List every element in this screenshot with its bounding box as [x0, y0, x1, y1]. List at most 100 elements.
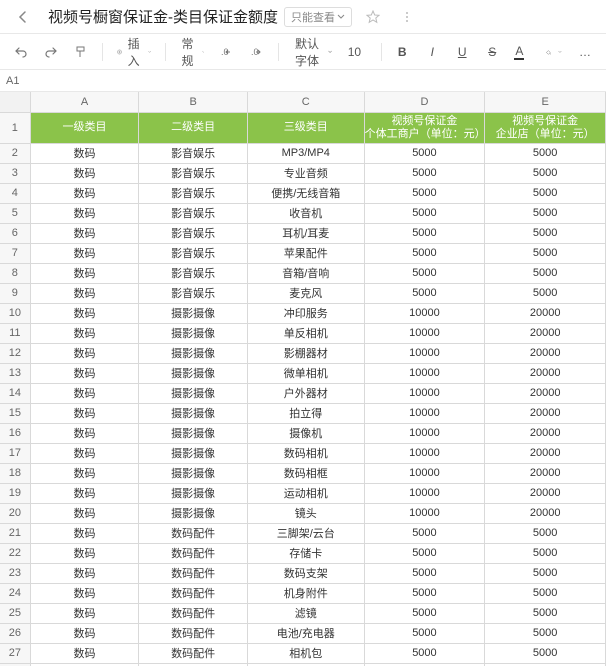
- permission-tag[interactable]: 只能查看: [284, 7, 352, 27]
- cell[interactable]: 数码: [30, 463, 139, 483]
- cell[interactable]: 5000: [364, 183, 485, 203]
- cell[interactable]: 数码: [30, 423, 139, 443]
- cell[interactable]: 数码: [30, 343, 139, 363]
- cell[interactable]: 影音娱乐: [139, 283, 248, 303]
- cell[interactable]: 5000: [364, 243, 485, 263]
- cell[interactable]: 便携/无线音箱: [247, 183, 364, 203]
- cell[interactable]: 数码: [30, 203, 139, 223]
- cell[interactable]: 10000: [364, 423, 485, 443]
- cell[interactable]: 5000: [364, 523, 485, 543]
- cell[interactable]: 摄影摄像: [139, 343, 248, 363]
- cell[interactable]: 摄像机: [247, 423, 364, 443]
- cell[interactable]: 5000: [364, 543, 485, 563]
- grid-area[interactable]: ABCDE 1 一级类目 二级类目 三级类目 视频号保证金个体工商户（单位：元）…: [0, 92, 606, 666]
- row-header[interactable]: 23: [0, 563, 30, 583]
- cell[interactable]: 数码: [30, 623, 139, 643]
- cell[interactable]: 5000: [364, 643, 485, 663]
- row-header[interactable]: 5: [0, 203, 30, 223]
- cell[interactable]: 摄影摄像: [139, 463, 248, 483]
- cell[interactable]: 数码: [30, 603, 139, 623]
- cell[interactable]: 摄影摄像: [139, 323, 248, 343]
- cell[interactable]: 数码配件: [139, 563, 248, 583]
- cell[interactable]: 5000: [485, 223, 606, 243]
- cell[interactable]: 5000: [485, 643, 606, 663]
- cell[interactable]: 5000: [364, 583, 485, 603]
- cell[interactable]: 数码: [30, 163, 139, 183]
- cell[interactable]: 5000: [364, 623, 485, 643]
- cell[interactable]: 数码配件: [139, 583, 248, 603]
- row-header[interactable]: 7: [0, 243, 30, 263]
- cell[interactable]: 5000: [485, 623, 606, 643]
- fill-color-button[interactable]: [539, 39, 568, 65]
- cell[interactable]: 麦克风: [247, 283, 364, 303]
- cell[interactable]: 20000: [485, 343, 606, 363]
- cell[interactable]: 数码: [30, 523, 139, 543]
- back-button[interactable]: [10, 4, 36, 30]
- cell[interactable]: 数码: [30, 403, 139, 423]
- star-button[interactable]: [360, 4, 386, 30]
- formula-input[interactable]: [44, 70, 606, 91]
- row-header[interactable]: 9: [0, 283, 30, 303]
- row-header[interactable]: 25: [0, 603, 30, 623]
- cell[interactable]: 20000: [485, 303, 606, 323]
- format-painter-button[interactable]: [68, 39, 94, 65]
- row-header[interactable]: 14: [0, 383, 30, 403]
- toolbar-more-button[interactable]: …: [572, 39, 598, 65]
- cell[interactable]: 20000: [485, 463, 606, 483]
- header-cell-c5[interactable]: 视频号保证金企业店（单位：元）: [485, 112, 606, 143]
- cell[interactable]: 数码配件: [139, 603, 248, 623]
- column-header-A[interactable]: A: [30, 92, 139, 112]
- cell[interactable]: 5000: [485, 263, 606, 283]
- row-header[interactable]: 4: [0, 183, 30, 203]
- column-header-E[interactable]: E: [485, 92, 606, 112]
- cell[interactable]: 数码支架: [247, 563, 364, 583]
- cell[interactable]: 单反相机: [247, 323, 364, 343]
- row-header[interactable]: 2: [0, 143, 30, 163]
- cell[interactable]: 影音娱乐: [139, 223, 248, 243]
- cell[interactable]: 5000: [364, 283, 485, 303]
- cell[interactable]: 数码: [30, 643, 139, 663]
- cell[interactable]: 5000: [485, 603, 606, 623]
- cell[interactable]: 10000: [364, 383, 485, 403]
- cell[interactable]: 数码: [30, 223, 139, 243]
- cell[interactable]: 运动相机: [247, 483, 364, 503]
- cell[interactable]: 苹果配件: [247, 243, 364, 263]
- column-header-C[interactable]: C: [247, 92, 364, 112]
- cell[interactable]: 10000: [364, 303, 485, 323]
- cell[interactable]: 数码: [30, 483, 139, 503]
- row-header[interactable]: 19: [0, 483, 30, 503]
- cell[interactable]: 数码: [30, 383, 139, 403]
- cell[interactable]: 5000: [364, 603, 485, 623]
- font-family-dropdown[interactable]: 默认字体: [287, 39, 338, 65]
- row-header[interactable]: 20: [0, 503, 30, 523]
- cell[interactable]: 20000: [485, 443, 606, 463]
- row-header[interactable]: 17: [0, 443, 30, 463]
- cell[interactable]: 电池/充电器: [247, 623, 364, 643]
- cell[interactable]: 收音机: [247, 203, 364, 223]
- cell[interactable]: 摄影摄像: [139, 483, 248, 503]
- cell[interactable]: 10000: [364, 403, 485, 423]
- cell[interactable]: 冲印服务: [247, 303, 364, 323]
- cell[interactable]: 20000: [485, 403, 606, 423]
- cell[interactable]: 5000: [485, 543, 606, 563]
- cell[interactable]: 5000: [485, 163, 606, 183]
- row-header[interactable]: 16: [0, 423, 30, 443]
- cell[interactable]: 20000: [485, 423, 606, 443]
- cell[interactable]: 5000: [364, 563, 485, 583]
- cell[interactable]: 存储卡: [247, 543, 364, 563]
- cell[interactable]: 20000: [485, 483, 606, 503]
- cell[interactable]: 专业音频: [247, 163, 364, 183]
- cell[interactable]: 摄影摄像: [139, 443, 248, 463]
- row-header[interactable]: 18: [0, 463, 30, 483]
- cell[interactable]: 影音娱乐: [139, 183, 248, 203]
- cell[interactable]: 20000: [485, 323, 606, 343]
- cell[interactable]: 数码: [30, 183, 139, 203]
- cell[interactable]: 户外器材: [247, 383, 364, 403]
- cell[interactable]: 数码相框: [247, 463, 364, 483]
- cell[interactable]: 5000: [485, 583, 606, 603]
- number-format-dropdown[interactable]: 常规: [174, 39, 211, 65]
- name-box[interactable]: A1: [0, 75, 44, 87]
- cell[interactable]: 摄影摄像: [139, 423, 248, 443]
- cell[interactable]: 数码: [30, 563, 139, 583]
- titlebar-more-button[interactable]: [394, 4, 420, 30]
